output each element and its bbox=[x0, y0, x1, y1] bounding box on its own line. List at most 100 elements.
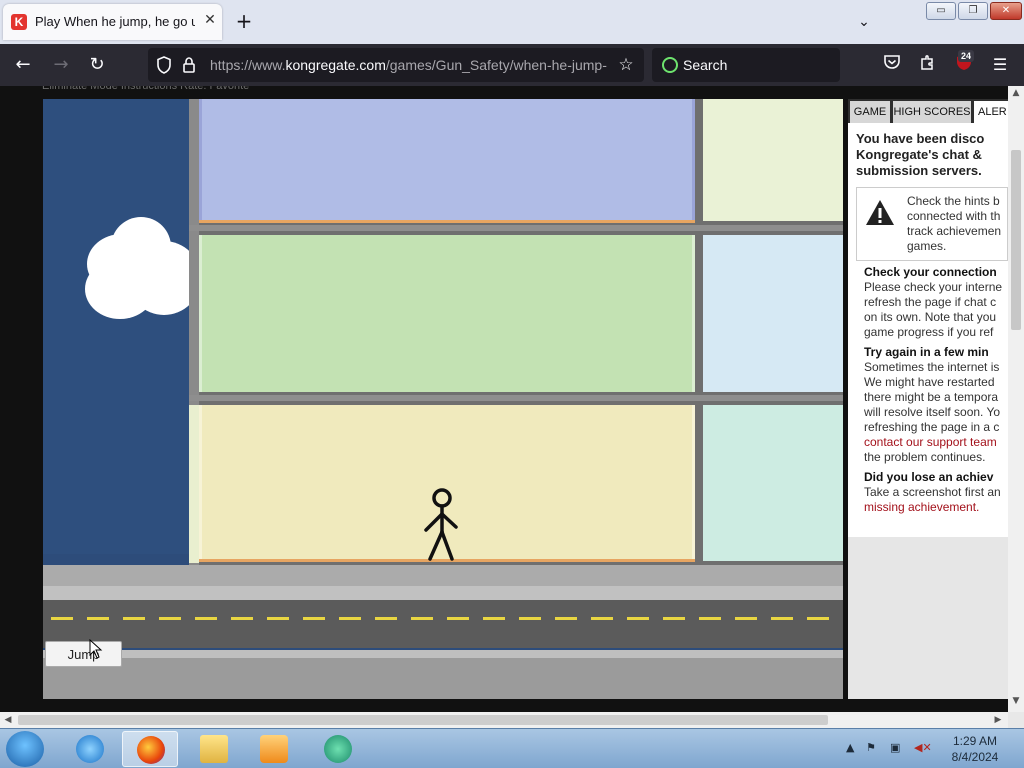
lock-icon[interactable] bbox=[182, 56, 196, 74]
kongregate-side-panel: GAME HIGH SCORES ALER You have been disc… bbox=[848, 99, 1008, 699]
pocket-icon[interactable] bbox=[880, 53, 904, 77]
clock-time: 1:29 AM bbox=[952, 734, 998, 748]
search-placeholder: Search bbox=[683, 57, 728, 73]
window-close-button[interactable]: ✕ bbox=[990, 2, 1022, 20]
road-dash bbox=[771, 617, 793, 620]
floor-middle-room bbox=[199, 235, 695, 392]
road-dash bbox=[87, 617, 109, 620]
road-dash bbox=[519, 617, 541, 620]
back-button[interactable]: ← bbox=[10, 52, 36, 78]
disconnect-heading: You have been disco Kongregate's chat & … bbox=[856, 131, 1008, 179]
warning-line: connected with th bbox=[907, 209, 1001, 223]
address-bar[interactable]: https://www.kongregate.com/games/Gun_Saf… bbox=[148, 48, 644, 82]
section-title: Did you lose an achiev bbox=[864, 470, 994, 484]
tab-high-scores[interactable]: HIGH SCORES bbox=[893, 101, 971, 123]
tab-game[interactable]: GAME bbox=[850, 101, 890, 123]
tab-alerts[interactable]: ALER bbox=[974, 101, 1008, 123]
url-prefix: https://www. bbox=[210, 57, 286, 73]
section-line: Sometimes the internet is bbox=[864, 360, 1000, 374]
road-dash bbox=[339, 617, 361, 620]
tab-strip: K Play When he jump, he go up h ✕ + ⌄ ▭ … bbox=[0, 0, 1024, 44]
media-player-icon bbox=[260, 735, 288, 763]
floor-middle-window bbox=[703, 235, 843, 392]
jump-button[interactable]: Jump bbox=[45, 641, 122, 667]
taskbar-file-explorer[interactable] bbox=[186, 731, 242, 767]
road-dash bbox=[195, 617, 217, 620]
missing-achievement-link[interactable]: missing achievement. bbox=[864, 500, 1008, 515]
folder-icon bbox=[200, 735, 228, 763]
section-lost-achievement: Did you lose an achiev Take a screenshot… bbox=[864, 470, 1008, 515]
horizontal-scrollbar[interactable]: ◀ ▶ bbox=[0, 712, 1008, 728]
section-line: We might have restarted bbox=[864, 375, 995, 389]
road-dash bbox=[303, 617, 325, 620]
floor-bottom-pillar bbox=[189, 405, 199, 563]
section-line: game progress if you ref bbox=[864, 325, 994, 339]
menu-icon[interactable]: ☰ bbox=[988, 53, 1012, 77]
new-tab-button[interactable]: + bbox=[232, 10, 256, 34]
bookmark-star-icon[interactable]: ☆ bbox=[616, 54, 636, 76]
search-engine-icon bbox=[662, 57, 678, 73]
taskbar-internet-explorer[interactable] bbox=[62, 731, 118, 767]
extensions-icon[interactable] bbox=[916, 53, 940, 77]
road-dash bbox=[267, 617, 289, 620]
system-clock[interactable]: 1:29 AM 8/4/2024 bbox=[940, 733, 1010, 765]
forward-button[interactable]: → bbox=[48, 52, 74, 78]
window-restore-button[interactable]: ❐ bbox=[958, 2, 988, 20]
vertical-scrollbar[interactable]: ▲ ▼ bbox=[1008, 86, 1024, 712]
game-canvas[interactable]: Jump bbox=[43, 99, 843, 699]
list-all-tabs-icon[interactable]: ⌄ bbox=[852, 10, 876, 34]
action-center-flag-icon[interactable]: ⚑ bbox=[866, 741, 876, 754]
horizontal-scroll-thumb[interactable] bbox=[18, 715, 828, 725]
kongregate-favicon-icon: K bbox=[11, 14, 27, 30]
sidewalk-edge bbox=[43, 586, 843, 600]
warning-icon bbox=[866, 200, 894, 225]
cloud-part bbox=[85, 259, 155, 319]
section-line: on its own. Note that you bbox=[864, 310, 997, 324]
show-hidden-icons[interactable]: ▲ bbox=[846, 741, 854, 754]
clock-date: 8/4/2024 bbox=[951, 750, 999, 764]
scroll-down-icon[interactable]: ▼ bbox=[1008, 694, 1024, 708]
shield-icon[interactable] bbox=[156, 56, 172, 74]
section-check-connection: Check your connection Please check your … bbox=[864, 265, 1008, 340]
road-dash bbox=[735, 617, 757, 620]
section-line: Please check your interne bbox=[864, 280, 1003, 294]
window-minimize-button[interactable]: ▭ bbox=[926, 2, 956, 20]
section-line: there might be a tempora bbox=[864, 390, 999, 404]
panel-tab-bar: GAME HIGH SCORES ALER bbox=[848, 99, 1008, 123]
reload-button[interactable]: ↻ bbox=[84, 52, 110, 78]
start-button[interactable] bbox=[6, 731, 44, 767]
section-line: Take a screenshot first an bbox=[864, 485, 1001, 499]
road-dash bbox=[555, 617, 577, 620]
floor-top-line bbox=[199, 220, 695, 223]
game-sky bbox=[43, 99, 191, 554]
web-page: Eliminate Mode Instructions Rate: Favori… bbox=[0, 86, 1008, 712]
road-dash bbox=[807, 617, 829, 620]
game-options-strip: Eliminate Mode Instructions Rate: Favori… bbox=[42, 86, 250, 92]
taskbar-app[interactable] bbox=[310, 731, 366, 767]
tab-close-icon[interactable]: ✕ bbox=[201, 11, 219, 29]
road-dash bbox=[411, 617, 433, 620]
road bbox=[43, 600, 843, 648]
road-dash bbox=[699, 617, 721, 620]
volume-muted-icon[interactable]: ◀✕ bbox=[914, 741, 932, 754]
heading-line: Kongregate's chat & bbox=[856, 147, 982, 162]
warning-line: track achievemen bbox=[907, 224, 1002, 238]
browser-tab-active[interactable]: K Play When he jump, he go up h ✕ bbox=[3, 4, 222, 40]
url-text[interactable]: https://www.kongregate.com/games/Gun_Saf… bbox=[210, 57, 608, 73]
road-dash bbox=[123, 617, 145, 620]
road-dash bbox=[51, 617, 73, 620]
scroll-left-icon[interactable]: ◀ bbox=[0, 713, 16, 727]
network-icon[interactable]: ▣ bbox=[890, 741, 900, 754]
road-dash bbox=[231, 617, 253, 620]
floor-top-window bbox=[703, 99, 843, 221]
road-dash bbox=[447, 617, 469, 620]
taskbar-firefox[interactable] bbox=[122, 731, 178, 767]
taskbar-media-player[interactable] bbox=[246, 731, 302, 767]
url-host: kongregate.com bbox=[285, 57, 386, 73]
contact-support-link[interactable]: contact our support team bbox=[864, 435, 1008, 450]
scroll-right-icon[interactable]: ▶ bbox=[990, 713, 1006, 727]
search-bar[interactable]: Search bbox=[652, 48, 840, 82]
vertical-scroll-thumb[interactable] bbox=[1011, 150, 1021, 330]
scroll-up-icon[interactable]: ▲ bbox=[1008, 86, 1024, 100]
section-try-again: Try again in a few min Sometimes the int… bbox=[864, 345, 1008, 465]
